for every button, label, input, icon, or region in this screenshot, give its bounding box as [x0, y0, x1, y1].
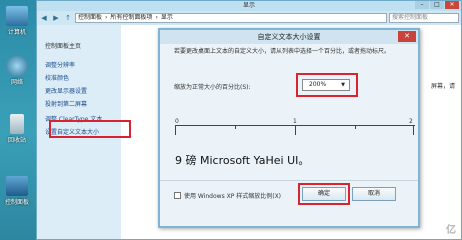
breadcrumb-item[interactable]: 显示	[161, 14, 173, 22]
breadcrumb-separator-icon: ›	[105, 14, 108, 21]
desktop-icon-label: 计算机	[7, 29, 26, 36]
dialog-close-button[interactable]: ✕	[398, 31, 416, 42]
desktop-icon-recycle-bin[interactable]: 回收站	[2, 114, 32, 144]
back-arrow-icon[interactable]: ◀	[39, 13, 49, 23]
dialog-description: 若要更改桌面上文本的自定义大小，请从列表中选择一个百分比，或者拖动标尺。	[174, 48, 391, 55]
search-input[interactable]: 搜索控制面板	[389, 13, 459, 23]
ruler-label: 1	[293, 118, 297, 125]
desktop-icon-label: 网络	[10, 79, 23, 86]
sidebar-home-link[interactable]: 控制面板主页	[45, 41, 81, 50]
computer-icon	[6, 6, 28, 26]
address-bar[interactable]: 控制面板 › 所有控制面板项 › 显示	[75, 13, 387, 23]
desktop-icon-label: 控制面板	[4, 199, 29, 206]
breadcrumb-item[interactable]: 所有控制面板项	[110, 14, 152, 22]
main-text-fragment: 屏幕，请	[430, 83, 455, 90]
sidebar-item-calibrate-color[interactable]: 校准颜色	[45, 73, 69, 82]
watermark: 亿	[446, 225, 456, 236]
desktop-icon-control-panel[interactable]: 控制面板	[2, 176, 32, 206]
ruler-major-tick	[175, 125, 176, 135]
window-title: 显示	[37, 1, 461, 11]
network-icon	[6, 56, 28, 76]
forward-arrow-icon[interactable]: ▶	[51, 13, 61, 23]
highlight-box-sidebar	[49, 120, 131, 138]
recycle-bin-icon	[10, 114, 24, 134]
close-button[interactable]: ✕	[445, 1, 459, 9]
desktop-icon-computer[interactable]: 计算机	[2, 6, 32, 36]
address-bar-row: ◀ ▶ ↑ 控制面板 › 所有控制面板项 › 显示 搜索控制面板	[39, 12, 459, 24]
ruler-label: 0	[175, 118, 179, 125]
sidebar-item-display-settings[interactable]: 更改显示器设置	[45, 86, 87, 95]
maximize-button[interactable]: □	[430, 1, 444, 9]
checkbox-label: 使用 Windows XP 样式缩放比例(X)	[184, 193, 282, 200]
highlight-box-scale	[296, 73, 358, 97]
ruler-label: 2	[409, 118, 413, 125]
breadcrumb-item[interactable]: 控制面板	[78, 14, 102, 22]
checkbox-box[interactable]	[174, 192, 181, 199]
ruler-minor-tick	[235, 125, 236, 129]
ruler[interactable]: 0 1 2	[175, 118, 415, 141]
desktop-icon-network[interactable]: 网络	[2, 56, 32, 86]
xp-scaling-checkbox[interactable]: 使用 Windows XP 样式缩放比例(X)	[174, 191, 281, 200]
cancel-button[interactable]: 取消	[352, 187, 396, 201]
sidebar-item-second-screen[interactable]: 投射到第二屏幕	[45, 99, 87, 108]
control-panel-icon	[6, 176, 28, 196]
desktop-icon-label: 回收站	[7, 137, 26, 144]
ruler-minor-tick	[355, 125, 356, 129]
sidebar-item-resolution[interactable]: 调整分辨率	[45, 60, 75, 69]
minimize-button[interactable]: –	[415, 1, 429, 9]
window-controls: – □ ✕	[415, 1, 459, 9]
dialog-separator	[160, 180, 418, 181]
ruler-major-tick	[295, 125, 296, 135]
up-arrow-icon[interactable]: ↑	[63, 13, 73, 23]
highlight-box-ok	[298, 183, 350, 205]
breadcrumb-separator-icon: ›	[155, 14, 158, 21]
scale-label: 缩放为正常大小的百分比(S):	[174, 84, 251, 91]
dialog-title: 自定义文本大小设置	[160, 30, 418, 44]
sample-text: 9 磅 Microsoft YaHei UI。	[175, 154, 310, 167]
ruler-major-tick	[413, 125, 414, 135]
